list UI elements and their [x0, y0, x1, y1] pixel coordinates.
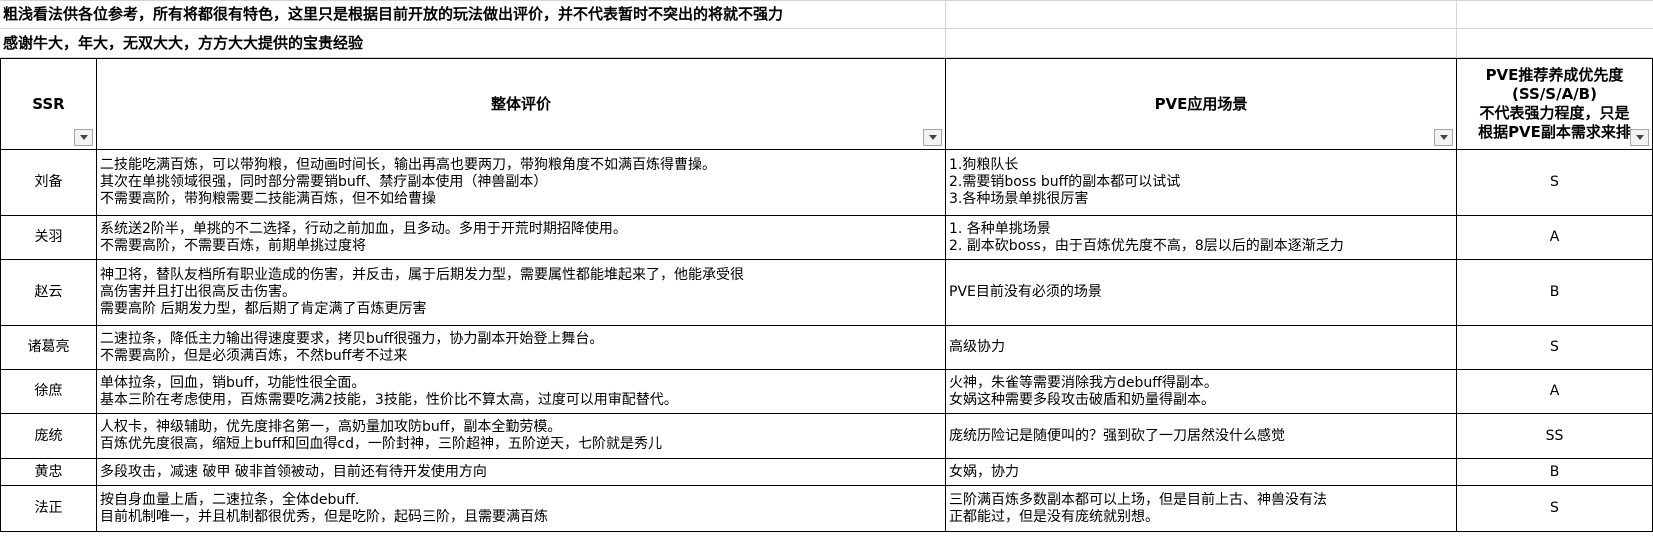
text-line: 需要高阶 后期发力型，都后期了肯定满了百炼更厉害 — [100, 301, 427, 317]
pve-scene: 庞统历险记是随便叫的？强到砍了一刀居然没什么感觉 — [945, 413, 1457, 459]
pve-scene: 火神，朱雀等需要消除我方debuff得副本。 女娲这种需要多段攻击破盾和奶量得副… — [945, 369, 1457, 414]
hero-name: 法正 — [0, 485, 97, 532]
text-line: 其次在单挑领域很强，同时部分需要销buff、禁疗副本使用（神兽副本） — [100, 174, 548, 190]
text-line: 基本三阶在考虑使用，百炼需要吃满2技能，3技能，性价比不算太高，过度可以用审配替… — [100, 391, 678, 408]
gridline — [0, 28, 1653, 29]
text-line: 人权卡，神级辅助，优先度排名第一，高奶量加攻防buff，副本全勤劳模。 — [100, 419, 562, 435]
dropdown-arrow-icon — [1635, 135, 1644, 140]
pve-scene: 女娲，协力 — [945, 458, 1457, 486]
dropdown-arrow-icon — [79, 135, 88, 140]
gridline — [1456, 0, 1457, 57]
filter-dropdown-button[interactable] — [923, 129, 942, 146]
pve-scene: 高级协力 — [945, 325, 1457, 370]
text-line: 不需要高阶，带狗粮需要二技能满百炼，但不如给曹操 — [100, 191, 436, 207]
text-line: 女娲这种需要多段攻击破盾和奶量得副本。 — [949, 391, 1215, 408]
text-line: 女娲，协力 — [949, 463, 1019, 480]
text-line: 多段攻击，减速 破甲 破非首领被动，目前还有待开发使用方向 — [100, 463, 487, 480]
priority-grade: S — [1456, 149, 1653, 216]
text-line: 3.各种场景单挑很厉害 — [949, 191, 1089, 207]
dropdown-arrow-icon — [1439, 135, 1448, 140]
text-line: 2.需要销boss buff的副本都可以试试 — [949, 174, 1181, 190]
priority-grade: SS — [1456, 413, 1653, 459]
priority-grade: B — [1456, 259, 1653, 326]
table-row: 关羽 系统送2阶半，单挑的不二选择，行动之前加血，且多动。多用于开荒时期招降使用… — [0, 215, 1653, 260]
text-line: 单体拉条，回血，销buff，功能性很全面。 — [100, 374, 366, 391]
text-line: 按自身血量上盾，二速拉条，全体debuff. — [100, 491, 360, 508]
header-priority-label: PVE推荐养成优先度 (SS/S/A/B) 不代表强力程度，只是 根据PVE副本… — [1461, 60, 1648, 149]
header-ssr: SSR — [0, 58, 97, 150]
table-row: 刘备 二技能吃满百炼，可以带狗粮，但动画时间长，输出再高也要两刀，带狗粮角度不如… — [0, 149, 1653, 216]
text-line: PVE目前没有必须的场景 — [949, 284, 1102, 300]
text-line: 庞统历险记是随便叫的？强到砍了一刀居然没什么感觉 — [949, 427, 1285, 444]
text-line: 神卫将，替队友档所有职业造成的伤害，并反击，属于后期发力型，需要属性都能堆起来了… — [100, 267, 744, 283]
hero-name: 黄忠 — [0, 458, 97, 486]
priority-grade: S — [1456, 325, 1653, 370]
overall-evaluation: 单体拉条，回血，销buff，功能性很全面。 基本三阶在考虑使用，百炼需要吃满2技… — [96, 369, 946, 414]
text-line: 目前机制唯一，并且机制都很优秀，但是吃阶，起码三阶，且需要满百炼 — [100, 508, 548, 525]
text-line: 三阶满百炼多数副本都可以上场，但是目前上古、神兽没有法 — [949, 491, 1327, 508]
overall-evaluation: 多段攻击，减速 破甲 破非首领被动，目前还有待开发使用方向 — [96, 458, 946, 486]
header-priority-line: (SS/S/A/B) — [1512, 85, 1597, 103]
note-line-2: 感谢牛大，年大，无双大大，方方大大提供的宝贵经验 — [3, 34, 364, 52]
overall-evaluation: 神卫将，替队友档所有职业造成的伤害，并反击，属于后期发力型，需要属性都能堆起来了… — [96, 259, 946, 326]
priority-grade: A — [1456, 369, 1653, 414]
overall-evaluation: 按自身血量上盾，二速拉条，全体debuff. 目前机制唯一，并且机制都很优秀，但… — [96, 485, 946, 532]
filter-dropdown-button[interactable] — [74, 129, 93, 146]
spreadsheet: 粗浅看法供各位参考，所有将都很有特色，这里只是根据目前开放的玩法做出评价，并不代… — [0, 0, 1653, 548]
text-line: 火神，朱雀等需要消除我方debuff得副本。 — [949, 374, 1218, 391]
text-line: 百炼优先度很高，缩短上buff和回血得cd，一阶封神，三阶超神，五阶逆天，七阶就… — [100, 436, 662, 452]
hero-name: 徐庶 — [0, 369, 97, 414]
filter-dropdown-button[interactable] — [1434, 129, 1453, 146]
table-row: 黄忠 多段攻击，减速 破甲 破非首领被动，目前还有待开发使用方向 女娲，协力 B — [0, 458, 1653, 486]
overall-evaluation: 系统送2阶半，单挑的不二选择，行动之前加血，且多动。多用于开荒时期招降使用。 不… — [96, 215, 946, 260]
overall-evaluation: 二速拉条，降低主力输出得速度要求，拷贝buff很强力，协力副本开始登上舞台。 不… — [96, 325, 946, 370]
hero-name: 赵云 — [0, 259, 97, 326]
header-priority-line: 不代表强力程度，只是 — [1479, 104, 1630, 122]
overall-evaluation: 二技能吃满百炼，可以带狗粮，但动画时间长，输出再高也要两刀，带狗粮角度不如满百炼… — [96, 149, 946, 216]
priority-grade: S — [1456, 485, 1653, 532]
header-priority: PVE推荐养成优先度 (SS/S/A/B) 不代表强力程度，只是 根据PVE副本… — [1456, 58, 1653, 150]
text-line: 二技能吃满百炼，可以带狗粮，但动画时间长，输出再高也要两刀，带狗粮角度不如满百炼… — [100, 157, 716, 173]
hero-name: 刘备 — [0, 149, 97, 216]
note-line-1: 粗浅看法供各位参考，所有将都很有特色，这里只是根据目前开放的玩法做出评价，并不代… — [3, 5, 784, 23]
priority-grade: B — [1456, 458, 1653, 486]
header-pve-scene: PVE应用场景 — [945, 58, 1457, 150]
table-row: 徐庶 单体拉条，回血，销buff，功能性很全面。 基本三阶在考虑使用，百炼需要吃… — [0, 369, 1653, 414]
text-line: 系统送2阶半，单挑的不二选择，行动之前加血，且多动。多用于开荒时期招降使用。 — [100, 220, 627, 237]
pve-scene: PVE目前没有必须的场景 — [945, 259, 1457, 326]
priority-grade: A — [1456, 215, 1653, 260]
text-line: 不需要高阶，但是必须满百炼，不然buff考不过来 — [100, 347, 408, 364]
text-line: 正都能过，但是没有庞统就别想。 — [949, 508, 1159, 525]
header-row: SSR 整体评价 PVE应用场景 PVE推荐养成优先度 (SS/S/A/B) 不… — [0, 58, 1653, 150]
text-line: 1. 各种单挑场景 — [949, 220, 1051, 237]
header-priority-line: PVE推荐养成优先度 — [1485, 66, 1624, 84]
dropdown-arrow-icon — [928, 135, 937, 140]
header-priority-line: 根据PVE副本需求来排 — [1478, 123, 1631, 141]
text-line: 2. 副本砍boss，由于百炼优先度不高，8层以后的副本逐渐乏力 — [949, 237, 1344, 254]
hero-name: 庞统 — [0, 413, 97, 459]
pve-scene: 1. 各种单挑场景 2. 副本砍boss，由于百炼优先度不高，8层以后的副本逐渐… — [945, 215, 1457, 260]
pve-scene: 1.狗粮队长 2.需要销boss buff的副本都可以试试 3.各种场景单挑很厉… — [945, 149, 1457, 216]
text-line: 高伤害并且打出很高反击伤害。 — [100, 284, 296, 300]
gridline — [0, 0, 1653, 1]
text-line: 1.狗粮队长 — [949, 157, 1019, 173]
hero-name: 诸葛亮 — [0, 325, 97, 370]
table-row: 赵云 神卫将，替队友档所有职业造成的伤害，并反击，属于后期发力型，需要属性都能堆… — [0, 259, 1653, 326]
pve-scene: 三阶满百炼多数副本都可以上场，但是目前上古、神兽没有法 正都能过，但是没有庞统就… — [945, 485, 1457, 532]
header-overall-label: 整体评价 — [490, 94, 551, 113]
text-line: 不需要高阶，不需要百炼，前期单挑过度将 — [100, 237, 366, 254]
table-row: 法正 按自身血量上盾，二速拉条，全体debuff. 目前机制唯一，并且机制都很优… — [0, 485, 1653, 532]
header-overall: 整体评价 — [96, 58, 946, 150]
table-row: 庞统 人权卡，神级辅助，优先度排名第一，高奶量加攻防buff，副本全勤劳模。 百… — [0, 413, 1653, 459]
header-pve-scene-label: PVE应用场景 — [1154, 94, 1248, 113]
text-line: 二速拉条，降低主力输出得速度要求，拷贝buff很强力，协力副本开始登上舞台。 — [100, 330, 604, 347]
gridline — [945, 0, 946, 57]
ssr-evaluation-table: SSR 整体评价 PVE应用场景 PVE推荐养成优先度 (SS/S/A/B) 不… — [0, 58, 1653, 532]
filter-dropdown-button[interactable] — [1630, 129, 1649, 146]
overall-evaluation: 人权卡，神级辅助，优先度排名第一，高奶量加攻防buff，副本全勤劳模。 百炼优先… — [96, 413, 946, 459]
hero-name: 关羽 — [0, 215, 97, 260]
table-row: 诸葛亮 二速拉条，降低主力输出得速度要求，拷贝buff很强力，协力副本开始登上舞… — [0, 325, 1653, 370]
text-line: 高级协力 — [949, 339, 1005, 355]
